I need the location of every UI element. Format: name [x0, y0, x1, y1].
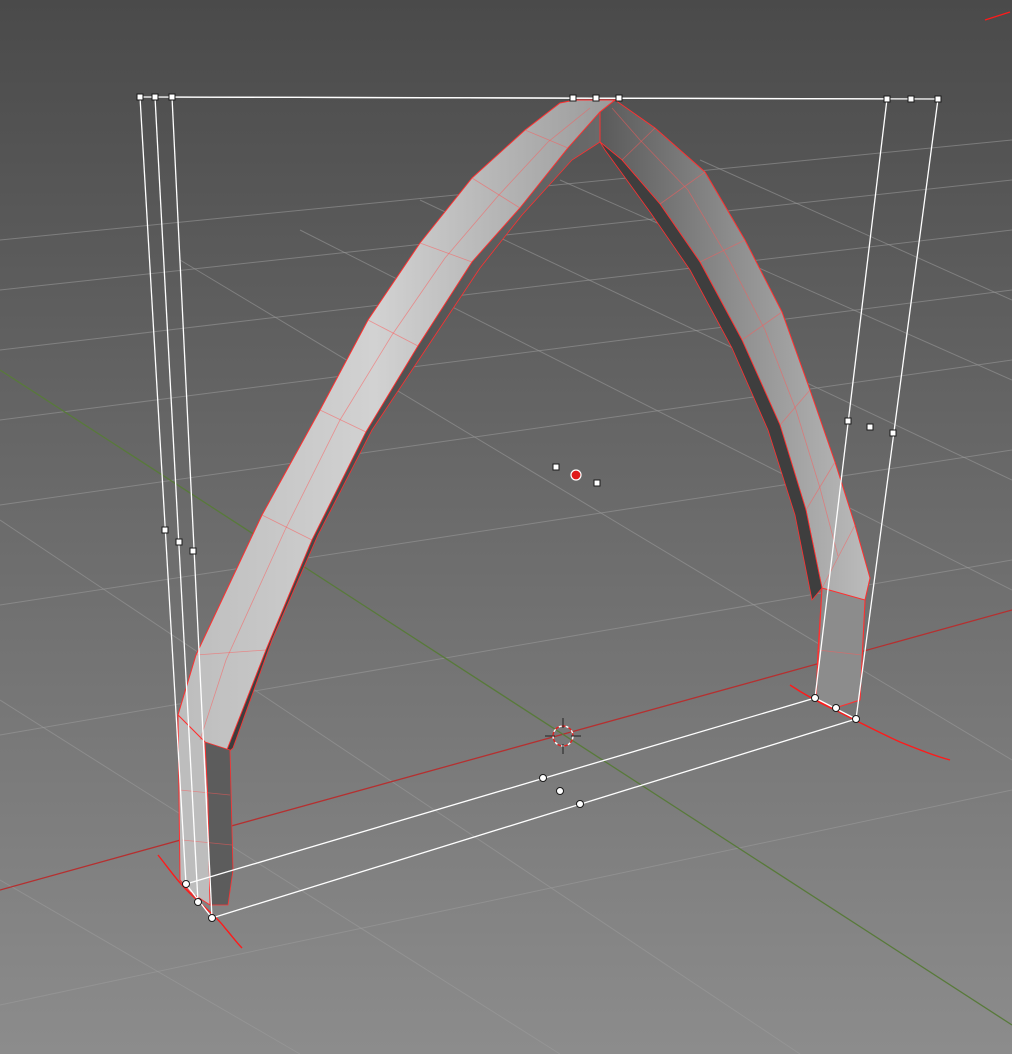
cage-handle[interactable] [811, 694, 819, 702]
cage-handle[interactable] [161, 526, 169, 534]
3d-viewport[interactable] [0, 0, 1012, 1054]
cage-handle[interactable] [832, 704, 840, 712]
cage-handle[interactable] [866, 423, 874, 431]
cage-handle[interactable] [934, 95, 942, 103]
cage-handle[interactable] [556, 787, 564, 795]
cage-handle[interactable] [593, 479, 601, 487]
cage-handle[interactable] [907, 95, 915, 103]
cage-handle[interactable] [883, 95, 891, 103]
cage-handle[interactable] [592, 94, 600, 102]
cage-handle[interactable] [569, 94, 577, 102]
viewport-canvas[interactable] [0, 0, 1012, 1054]
cage-handle[interactable] [189, 547, 197, 555]
arch-left-leg-inner [204, 741, 234, 906]
arch-right-leg[interactable] [815, 587, 866, 709]
cage-handle[interactable] [552, 463, 560, 471]
object-origin-dot[interactable] [570, 469, 582, 481]
cage-handle[interactable] [194, 898, 202, 906]
cage-handle[interactable] [175, 538, 183, 546]
cage-handle[interactable] [168, 93, 176, 101]
cage-handle[interactable] [136, 93, 144, 101]
cage-handle[interactable] [182, 880, 190, 888]
cage-handle[interactable] [852, 715, 860, 723]
cage-handle[interactable] [576, 800, 584, 808]
cage-handle[interactable] [208, 914, 216, 922]
cage-handle[interactable] [151, 93, 159, 101]
cage-handle[interactable] [889, 429, 897, 437]
cage-handle[interactable] [615, 94, 623, 102]
cage-handle[interactable] [539, 774, 547, 782]
cage-handle[interactable] [844, 417, 852, 425]
